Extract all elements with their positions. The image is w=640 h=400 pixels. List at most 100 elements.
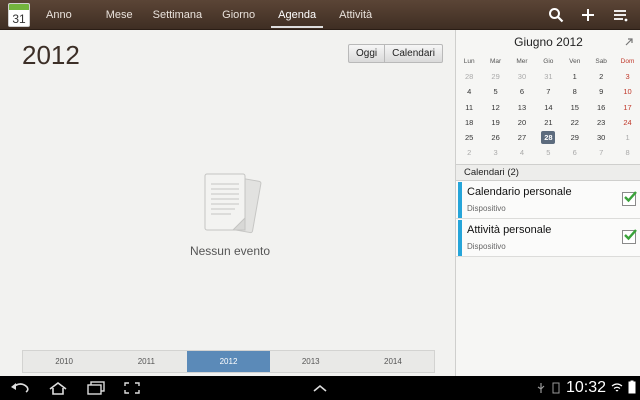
- day-cell[interactable]: 25: [456, 130, 482, 145]
- tab-settimana[interactable]: Settimana: [143, 0, 213, 30]
- day-cell[interactable]: 9: [588, 84, 614, 99]
- year-2012[interactable]: 2012: [187, 351, 270, 372]
- day-number: 14: [544, 102, 553, 112]
- calendar-item-source: Dispositivo: [467, 204, 506, 213]
- day-cell[interactable]: 24: [614, 115, 640, 130]
- day-cell[interactable]: 8: [562, 84, 588, 99]
- calendars-button[interactable]: Calendari: [384, 45, 442, 62]
- day-number: 23: [596, 117, 606, 127]
- day-cell[interactable]: 2: [588, 69, 614, 84]
- day-cell[interactable]: 5: [482, 84, 508, 99]
- day-cell[interactable]: 30: [509, 69, 535, 84]
- search-icon[interactable]: [542, 0, 570, 30]
- year-2011[interactable]: 2011: [105, 351, 187, 372]
- weekday-label: Sab: [595, 58, 607, 65]
- day-number: 16: [596, 102, 606, 112]
- day-cell[interactable]: 18: [456, 115, 482, 130]
- day-cell[interactable]: 28: [456, 69, 482, 84]
- recent-apps-icon[interactable]: [82, 379, 110, 397]
- day-cell[interactable]: 26: [482, 130, 508, 145]
- day-cell[interactable]: 17: [614, 100, 640, 115]
- day-number: 12: [491, 102, 500, 112]
- tab-attivita[interactable]: Attività: [329, 0, 382, 30]
- day-number: 2: [467, 148, 472, 158]
- day-cell[interactable]: 29: [482, 69, 508, 84]
- day-cell[interactable]: 7: [588, 145, 614, 160]
- day-cell[interactable]: 2: [456, 145, 482, 160]
- calendar-item-name: Attività personale: [467, 224, 552, 236]
- day-number: 27: [517, 132, 527, 142]
- calendar-item-personale[interactable]: Calendario personale Dispositivo: [456, 181, 640, 219]
- chevron-up-icon[interactable]: [306, 379, 334, 397]
- week-row: 28 29 30 31 1 2 3: [456, 69, 640, 84]
- year-2010[interactable]: 2010: [23, 351, 105, 372]
- calendar-checkbox[interactable]: [622, 191, 637, 206]
- day-cell[interactable]: 6: [562, 145, 588, 160]
- day-number: 15: [570, 102, 579, 112]
- day-cell[interactable]: 4: [456, 84, 482, 99]
- calendars-header-label: Calendari: [464, 167, 505, 178]
- day-cell[interactable]: 1: [614, 130, 640, 145]
- battery-icon: [628, 379, 636, 398]
- day-cell[interactable]: 3: [614, 69, 640, 84]
- day-number: 18: [465, 117, 474, 127]
- day-cell[interactable]: 21: [535, 115, 561, 130]
- day-cell[interactable]: 7: [535, 84, 561, 99]
- menu-icon[interactable]: [606, 0, 634, 30]
- day-number: 7: [546, 87, 551, 97]
- tab-anno[interactable]: Anno: [36, 0, 82, 30]
- week-row: 4 5 6 7 8 9 10: [456, 84, 640, 99]
- day-cell[interactable]: 31: [535, 69, 561, 84]
- screenshot-icon[interactable]: [118, 379, 146, 397]
- day-number: 5: [546, 148, 551, 158]
- calendar-checkbox[interactable]: [622, 229, 637, 244]
- day-number: 11: [465, 102, 474, 112]
- day-cell[interactable]: 16: [588, 100, 614, 115]
- day-cell[interactable]: 12: [482, 100, 508, 115]
- day-number: 6: [519, 87, 525, 97]
- calendar-item-attivita[interactable]: Attività personale Dispositivo: [456, 219, 640, 257]
- tab-giorno[interactable]: Giorno: [212, 0, 265, 30]
- header-button-group: Oggi Calendari: [348, 44, 443, 63]
- day-cell[interactable]: 6: [509, 84, 535, 99]
- day-number: 25: [465, 132, 474, 142]
- day-cell[interactable]: 13: [509, 100, 535, 115]
- home-icon[interactable]: [44, 379, 72, 397]
- day-number: 3: [625, 72, 630, 82]
- day-number: 10: [623, 87, 632, 97]
- day-cell[interactable]: 28: [535, 130, 561, 145]
- day-cell[interactable]: 22: [562, 115, 588, 130]
- day-number: 30: [596, 132, 606, 142]
- collapse-arrow-icon[interactable]: [624, 32, 634, 46]
- day-cell[interactable]: 14: [535, 100, 561, 115]
- day-cell[interactable]: 4: [509, 145, 535, 160]
- back-icon[interactable]: [6, 379, 34, 397]
- day-cell[interactable]: 29: [562, 130, 588, 145]
- day-number: 8: [625, 148, 630, 158]
- today-button[interactable]: Oggi: [349, 45, 384, 62]
- day-cell[interactable]: 3: [482, 145, 508, 160]
- tab-agenda[interactable]: Agenda: [265, 0, 329, 30]
- day-number: 9: [599, 87, 604, 97]
- tab-mese[interactable]: Mese: [96, 0, 143, 30]
- weekday-label: Ven: [569, 58, 581, 65]
- add-icon[interactable]: [574, 0, 602, 30]
- day-number: 29: [570, 132, 579, 142]
- day-cell[interactable]: 1: [562, 69, 588, 84]
- day-cell[interactable]: 10: [614, 84, 640, 99]
- day-cell[interactable]: 20: [509, 115, 535, 130]
- day-cell[interactable]: 19: [482, 115, 508, 130]
- day-cell[interactable]: 27: [509, 130, 535, 145]
- calendars-count: (2): [507, 167, 519, 178]
- day-cell[interactable]: 8: [614, 145, 640, 160]
- day-cell[interactable]: 11: [456, 100, 482, 115]
- year-scrubber: 2010 2011 2012 2013 2014: [22, 350, 435, 373]
- calendar-app-icon[interactable]: 31: [8, 3, 30, 27]
- day-cell[interactable]: 5: [535, 145, 561, 160]
- year-2013[interactable]: 2013: [270, 351, 352, 372]
- day-cell[interactable]: 15: [562, 100, 588, 115]
- day-cell[interactable]: 23: [588, 115, 614, 130]
- day-number: 13: [517, 102, 527, 112]
- year-2014[interactable]: 2014: [352, 351, 434, 372]
- day-cell[interactable]: 30: [588, 130, 614, 145]
